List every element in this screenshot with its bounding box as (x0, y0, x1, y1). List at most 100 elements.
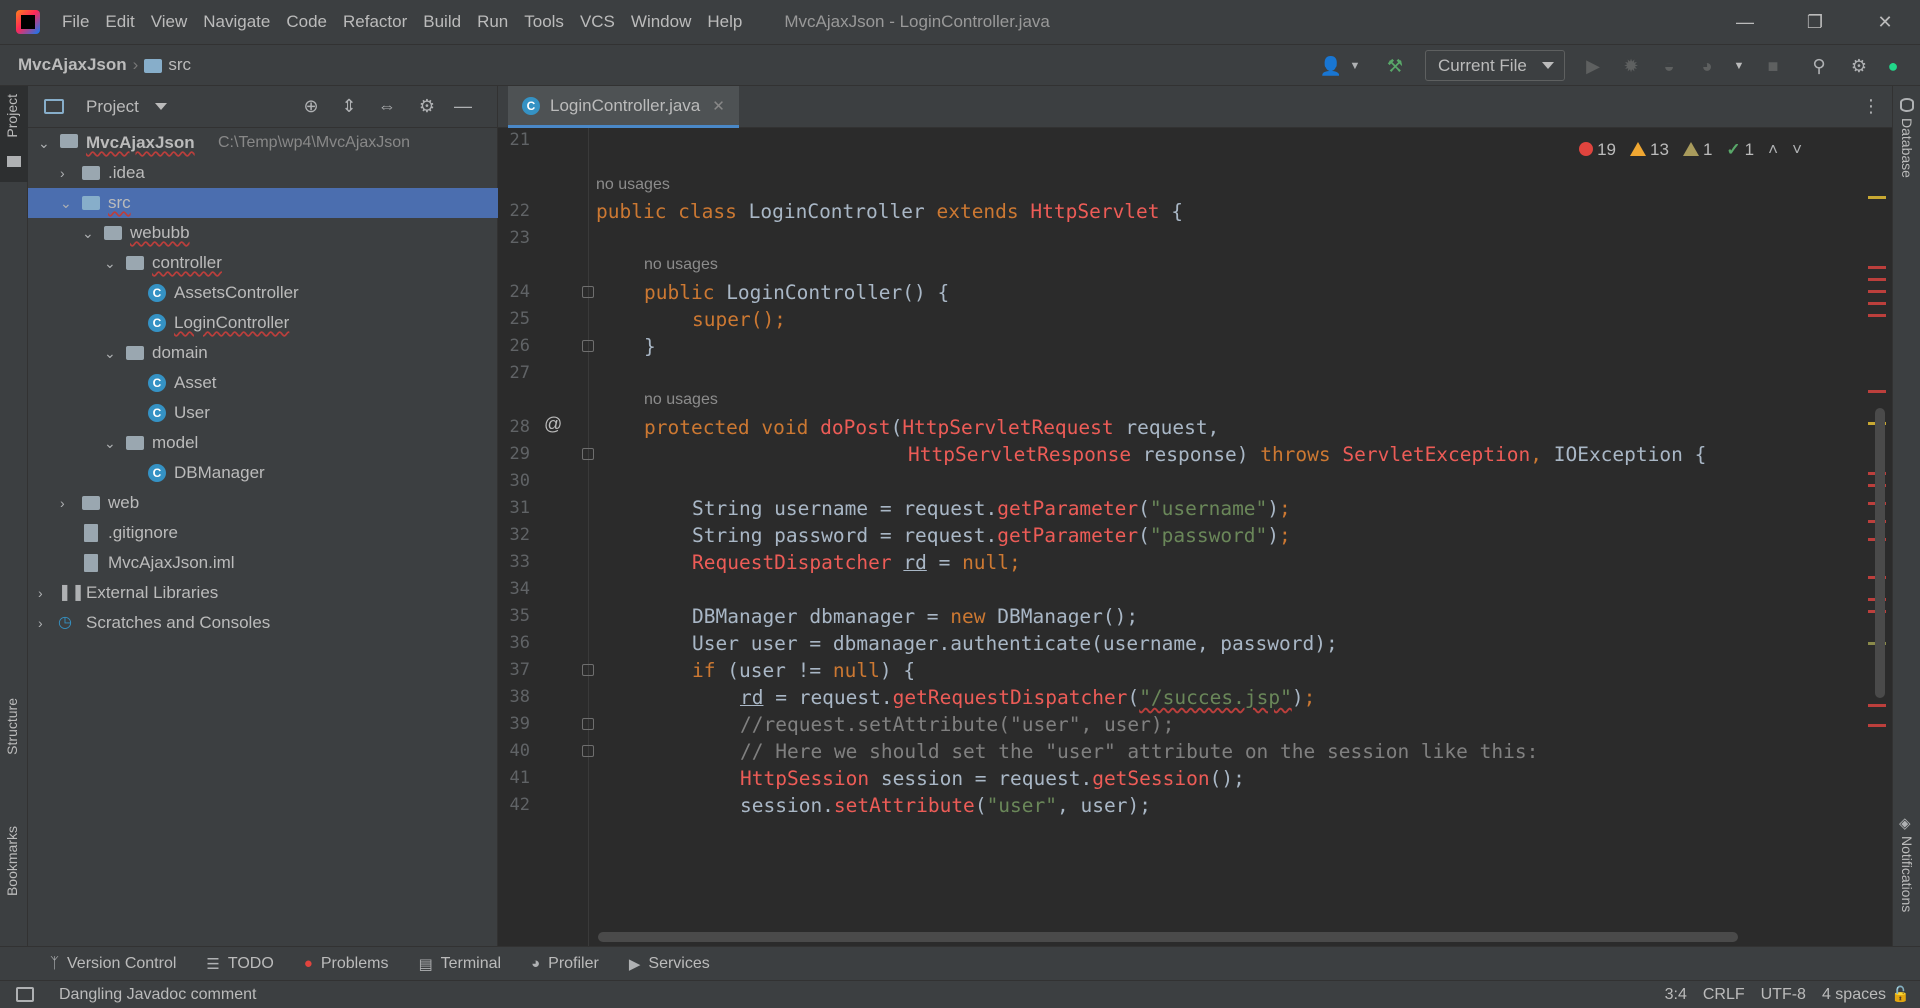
tree-item-controller[interactable]: ⌄ controller (28, 248, 498, 278)
stripe-error-mark[interactable] (1868, 724, 1886, 727)
code-line-26[interactable]: } (644, 335, 656, 358)
tree-item-iml[interactable]: MvcAjaxJson.iml (28, 548, 498, 578)
tree-item-asset[interactable]: C Asset (28, 368, 498, 398)
stripe-error-mark[interactable] (1868, 314, 1886, 317)
project-tool-tab[interactable]: Project (0, 86, 28, 182)
profile-icon[interactable]: ◕ (1696, 55, 1718, 77)
menu-help[interactable]: Help (707, 12, 742, 32)
jetbrains-ai-icon[interactable]: ● (1882, 55, 1904, 77)
tab-version-control[interactable]: ᛉ Version Control (50, 955, 176, 973)
code-line-25[interactable]: super(); (692, 308, 786, 331)
chevron-right-icon[interactable]: › (38, 616, 50, 630)
code-line-35[interactable]: DBManager dbmanager = new DBManager(); (692, 605, 1138, 628)
code-line-36[interactable]: User user = dbmanager.authenticate(usern… (692, 632, 1338, 655)
hide-panel-icon[interactable]: — (452, 96, 474, 118)
options-gear-icon[interactable]: ⚙ (416, 96, 438, 118)
expand-all-icon[interactable]: ⇕ (338, 96, 360, 118)
code-line-37[interactable]: if (user != null) { (692, 659, 915, 682)
breadcrumb-project[interactable]: MvcAjaxJson (18, 55, 127, 75)
chevron-down-icon[interactable]: ⌄ (38, 136, 50, 150)
collapse-all-icon[interactable]: ⇔ (376, 96, 398, 118)
code-line-29[interactable]: HttpServletResponse response) throws Ser… (908, 443, 1706, 466)
tree-item-domain[interactable]: ⌄ domain (28, 338, 498, 368)
stripe-error-mark[interactable] (1868, 302, 1886, 305)
menu-vcs[interactable]: VCS (580, 12, 615, 32)
user-dropdown-icon[interactable]: ▼ (1344, 55, 1366, 77)
code-line-24[interactable]: public LoginController() { (644, 281, 949, 304)
code-line-33[interactable]: RequestDispatcher rd = null; (692, 551, 1021, 574)
fold-icon[interactable] (582, 448, 594, 460)
tree-item-project-root[interactable]: ⌄ MvcAjaxJson C:\Temp\wp4\MvcAjaxJson (28, 128, 498, 158)
menu-code[interactable]: Code (286, 12, 327, 32)
tab-problems[interactable]: ● Problems (304, 955, 389, 973)
code-line-39[interactable]: //request.setAttribute("user", user); (740, 713, 1174, 736)
tree-item-external-libraries[interactable]: › ❚❚ External Libraries (28, 578, 498, 608)
stripe-error-mark[interactable] (1868, 290, 1886, 293)
code-area[interactable]: 19 13 1 ✓ 1 ˄ ˅ 21 22 23 24 25 26 27 28 2… (498, 128, 1892, 946)
tree-item-dbmanager[interactable]: C DBManager (28, 458, 498, 488)
errors-count[interactable]: 19 (1579, 140, 1616, 160)
chevron-down-icon[interactable] (154, 103, 167, 110)
code-line-41[interactable]: HttpSession session = request.getSession… (740, 767, 1245, 790)
menu-tools[interactable]: Tools (524, 12, 564, 32)
code-line-31[interactable]: String username = request.getParameter("… (692, 497, 1291, 520)
tab-profiler[interactable]: ◕ Profiler (531, 955, 599, 973)
usage-hint[interactable]: no usages (644, 391, 718, 409)
menu-window[interactable]: Window (631, 12, 691, 32)
tree-item-user[interactable]: C User (28, 398, 498, 428)
project-view-title[interactable]: Project (86, 97, 139, 117)
tree-item-src[interactable]: ⌄ src (28, 188, 498, 218)
chevron-right-icon[interactable]: › (38, 586, 50, 600)
breadcrumb-src[interactable]: src (168, 55, 191, 75)
previous-highlight-icon[interactable]: ˄ (1768, 140, 1778, 160)
tab-services[interactable]: ▶ Services (629, 955, 710, 973)
more-tabs-icon[interactable]: ⋮ (1862, 96, 1880, 117)
ok-count[interactable]: ✓ 1 (1726, 140, 1754, 160)
run-icon[interactable]: ▶ (1582, 55, 1604, 77)
stripe-error-mark[interactable] (1868, 266, 1886, 269)
vertical-scrollbar[interactable] (1875, 408, 1885, 698)
tab-todo[interactable]: ☰ TODO (206, 955, 273, 973)
editor-tab-login-controller[interactable]: C LoginController.java ✕ (508, 86, 739, 128)
caret-position[interactable]: 3:4 (1665, 986, 1687, 1004)
chevron-right-icon[interactable]: › (60, 496, 72, 510)
line-separator[interactable]: CRLF (1703, 986, 1745, 1004)
warnings-count[interactable]: 13 (1630, 140, 1669, 160)
code-line-32[interactable]: String password = request.getParameter("… (692, 524, 1291, 547)
chevron-down-icon[interactable]: ⌄ (104, 256, 116, 270)
horizontal-scrollbar[interactable] (598, 932, 1738, 942)
status-message[interactable]: Dangling Javadoc comment (59, 986, 256, 1004)
inspection-widget[interactable]: 19 13 1 ✓ 1 ˄ ˅ (1579, 140, 1802, 160)
code-line-42[interactable]: session.setAttribute("user", user); (740, 794, 1151, 817)
code-line-22[interactable]: public class LoginController extends Htt… (596, 200, 1183, 223)
stripe-warning-mark[interactable] (1868, 196, 1886, 199)
stripe-error-mark[interactable] (1868, 278, 1886, 281)
code-line-40[interactable]: // Here we should set the "user" attribu… (740, 740, 1538, 763)
tree-item-model[interactable]: ⌄ model (28, 428, 498, 458)
fold-icon[interactable] (582, 718, 594, 730)
override-marker-icon[interactable]: @ (544, 414, 562, 435)
run-configuration-select[interactable]: Current File (1425, 50, 1565, 81)
debug-icon[interactable]: ✹ (1620, 55, 1642, 77)
fold-icon[interactable] (582, 745, 594, 757)
search-icon[interactable]: ⚲ (1808, 55, 1830, 77)
more-run-dropdown-icon[interactable]: ▼ (1728, 55, 1750, 77)
fold-icon[interactable] (582, 664, 594, 676)
restore-icon[interactable]: ❐ (1780, 0, 1850, 44)
stripe-error-mark[interactable] (1868, 704, 1886, 707)
minimize-icon[interactable]: — (1710, 0, 1780, 44)
database-tool-tab[interactable]: Database (1899, 118, 1915, 178)
tree-item-login-controller[interactable]: C LoginController (28, 308, 498, 338)
chevron-down-icon[interactable]: ⌄ (104, 346, 116, 360)
menu-build[interactable]: Build (423, 12, 461, 32)
chevron-down-icon[interactable]: ⌄ (60, 196, 72, 210)
indent-setting[interactable]: 4 spaces (1822, 986, 1886, 1004)
lock-icon[interactable]: 🔓 (1891, 985, 1910, 1003)
tab-terminal[interactable]: ▤ Terminal (418, 955, 501, 973)
menu-refactor[interactable]: Refactor (343, 12, 407, 32)
chevron-right-icon[interactable]: › (60, 166, 72, 180)
tree-item-scratches[interactable]: › ◷ Scratches and Consoles (28, 608, 498, 638)
file-encoding[interactable]: UTF-8 (1761, 986, 1806, 1004)
code-line-28[interactable]: protected void doPost(HttpServletRequest… (644, 416, 1219, 439)
tree-item-web[interactable]: › web (28, 488, 498, 518)
